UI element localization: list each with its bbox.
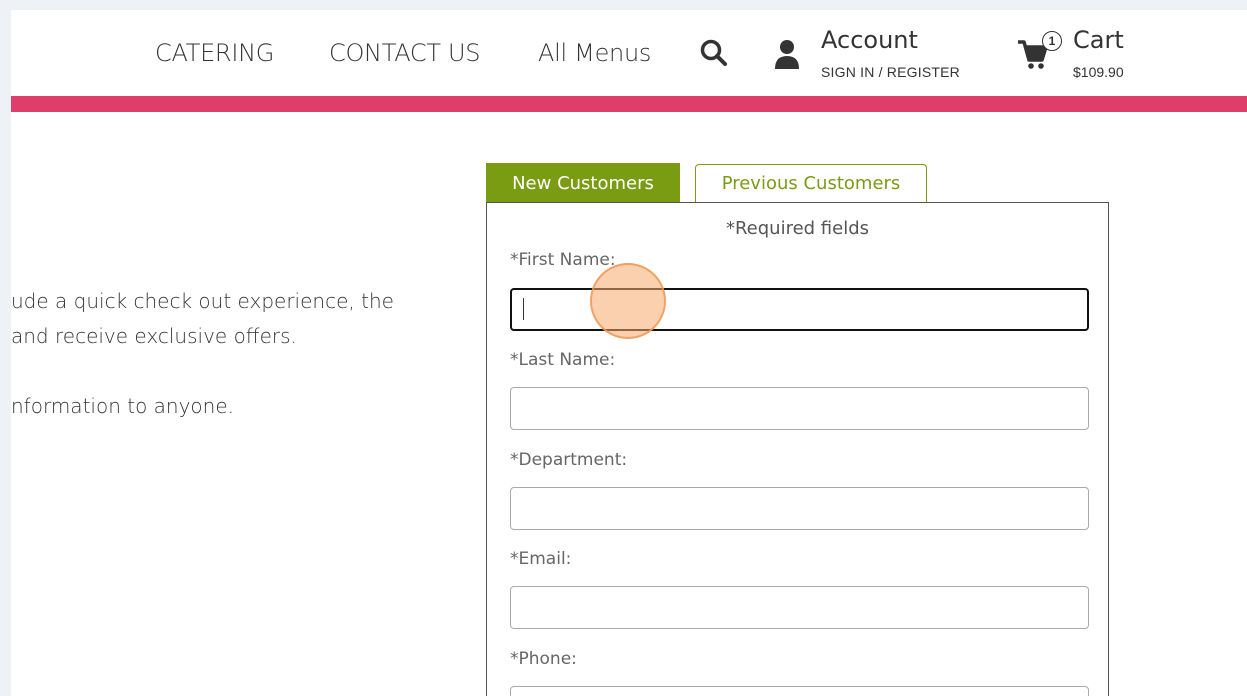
search-icon[interactable] xyxy=(699,38,729,68)
nav-contact-us[interactable]: CONTACT US xyxy=(329,39,481,67)
sign-in-register-link[interactable]: SIGN IN / REGISTER xyxy=(821,64,960,80)
intro-line-3: nformation to anyone. xyxy=(11,394,235,418)
department-input[interactable] xyxy=(510,487,1089,530)
required-fields-note: *Required fields xyxy=(725,218,870,239)
text-caret xyxy=(523,298,524,320)
cart-count-badge: 1 xyxy=(1042,31,1062,51)
last-name-label: *Last Name: xyxy=(510,350,616,370)
phone-input[interactable] xyxy=(510,686,1089,696)
top-nav: CATERING CONTACT US All Menus Account SI… xyxy=(11,10,1247,96)
user-icon xyxy=(775,40,799,69)
phone-label: *Phone: xyxy=(510,649,577,669)
first-name-input[interactable] xyxy=(510,288,1089,331)
account-title[interactable]: Account xyxy=(821,26,918,54)
accent-bar xyxy=(11,96,1247,112)
cart-total: $109.90 xyxy=(1073,64,1124,80)
intro-line-2: and receive exclusive offers. xyxy=(11,324,297,348)
email-input[interactable] xyxy=(510,586,1089,629)
first-name-label: *First Name: xyxy=(510,250,616,270)
department-label: *Department: xyxy=(510,450,628,470)
nav-all-menus[interactable]: All Menus xyxy=(538,39,651,67)
registration-form: *Required fields *First Name: *Last Name… xyxy=(486,202,1109,696)
nav-catering[interactable]: CATERING xyxy=(155,39,274,67)
tab-new-customers[interactable]: New Customers xyxy=(486,163,680,203)
last-name-input[interactable] xyxy=(510,387,1089,430)
email-label: *Email: xyxy=(510,549,572,569)
intro-line-1: ude a quick check out experience, the xyxy=(11,289,394,313)
page: CATERING CONTACT US All Menus Account SI… xyxy=(11,10,1247,696)
tab-previous-customers[interactable]: Previous Customers xyxy=(695,164,927,202)
cart-title[interactable]: Cart xyxy=(1073,26,1124,54)
